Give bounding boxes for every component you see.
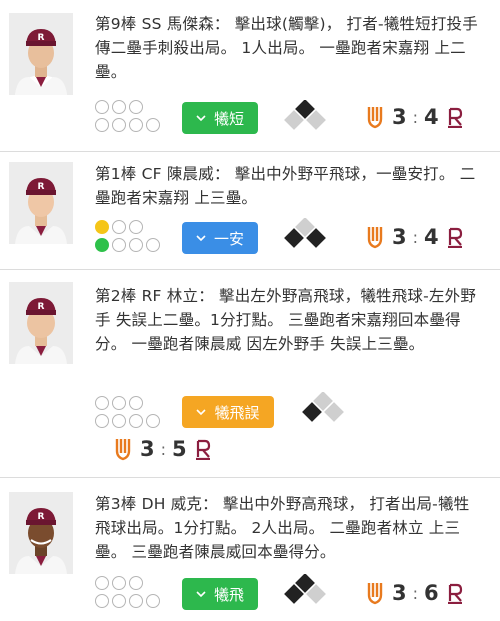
badge-label: 犧飛誤 — [214, 403, 260, 422]
ball-light — [112, 238, 126, 252]
ball-light — [146, 414, 160, 428]
ball-light — [129, 594, 143, 608]
ball-light — [95, 594, 109, 608]
chevron-down-icon — [196, 235, 206, 242]
out-light — [95, 220, 109, 234]
home-score: 4 — [424, 105, 439, 129]
count-indicator — [95, 100, 165, 136]
player-avatar: R — [9, 13, 73, 95]
play-result-badge[interactable]: 犧飛誤 — [182, 396, 274, 428]
home-team-logo — [447, 107, 462, 128]
away-score: 3 — [392, 581, 407, 605]
out-light — [95, 576, 109, 590]
chevron-down-icon — [196, 115, 206, 122]
scoreboard: 3 : 4 — [366, 102, 463, 132]
out-light — [129, 220, 143, 234]
svg-text:R: R — [38, 33, 45, 43]
home-team-logo — [447, 227, 462, 248]
ball-light — [129, 118, 143, 132]
base-diamond-icon — [284, 100, 326, 130]
ball-light — [112, 594, 126, 608]
count-indicator — [95, 576, 165, 612]
play-description: 第1棒 CF 陳晨威： 擊出中外野平飛球，一壘安打。 二壘跑者宋嘉翔 上三壘。 — [95, 165, 476, 207]
scoreboard: 3 : 5 — [114, 434, 211, 464]
out-light — [95, 100, 109, 114]
player-avatar: R — [9, 162, 73, 244]
out-light — [112, 100, 126, 114]
play-description: 第3棒 DH 威克： 擊出中外野高飛球， 打者出局-犧牲飛球出局。1分打點。 2… — [95, 495, 470, 561]
svg-text:R: R — [38, 512, 45, 522]
ball-light — [129, 414, 143, 428]
ball-light — [146, 238, 160, 252]
away-score: 3 — [140, 437, 155, 461]
out-light — [112, 220, 126, 234]
out-light — [95, 396, 109, 410]
play-description: 第9棒 SS 馬傑森： 擊出球(觸擊)， 打者-犧牲短打投手 傳二壘手刺殺出局。… — [95, 15, 478, 81]
away-team-logo — [367, 107, 383, 129]
svg-text:R: R — [38, 182, 45, 192]
out-light — [112, 396, 126, 410]
home-team-logo — [447, 583, 462, 604]
play-by-play-feed: R 第9棒 SS 馬傑森： 擊出球(觸擊)， 打者-犧牲短打投手 傳二壘手刺殺出… — [0, 0, 500, 621]
ball-light — [95, 118, 109, 132]
count-indicator — [95, 396, 165, 432]
play-result-badge[interactable]: 犧短 — [182, 102, 258, 134]
play-result-badge[interactable]: 一安 — [182, 222, 258, 254]
out-light — [129, 100, 143, 114]
away-team-logo — [367, 227, 383, 249]
base-diamond-icon — [302, 392, 344, 422]
badge-label: 一安 — [213, 229, 244, 248]
scoreboard: 3 : 6 — [366, 578, 463, 608]
scoreboard: 3 : 4 — [366, 222, 463, 252]
player-avatar: R — [9, 282, 73, 364]
play-result-badge[interactable]: 犧飛 — [182, 578, 258, 610]
home-team-logo — [195, 439, 210, 460]
play-description: 第2棒 RF 林立： 擊出左外野高飛球，犧牲飛球-左外野手 失誤上二壘。1分打點… — [95, 287, 477, 353]
play-item: R 第2棒 RF 林立： 擊出左外野高飛球，犧牲飛球-左外野手 失誤上二壘。1分… — [0, 270, 500, 478]
ball-light — [95, 414, 109, 428]
svg-text:R: R — [38, 302, 45, 312]
base-diamond-icon — [284, 218, 326, 248]
home-score: 6 — [424, 581, 439, 605]
out-light — [129, 576, 143, 590]
ball-light — [112, 414, 126, 428]
ball-light — [95, 238, 109, 252]
play-item: R 第3棒 DH 威克： 擊出中外野高飛球， 打者出局-犧牲飛球出局。1分打點。… — [0, 478, 500, 621]
play-item: R 第9棒 SS 馬傑森： 擊出球(觸擊)， 打者-犧牲短打投手 傳二壘手刺殺出… — [0, 0, 500, 152]
away-score: 3 — [392, 105, 407, 129]
home-score: 4 — [424, 225, 439, 249]
away-team-logo — [367, 583, 383, 605]
ball-light — [129, 238, 143, 252]
home-score: 5 — [172, 437, 187, 461]
away-team-logo — [115, 439, 131, 461]
count-indicator — [95, 220, 165, 256]
player-avatar: R — [9, 492, 73, 574]
play-item: R 第1棒 CF 陳晨威： 擊出中外野平飛球，一壘安打。 二壘跑者宋嘉翔 上三壘… — [0, 152, 500, 270]
away-score: 3 — [392, 225, 407, 249]
ball-light — [112, 118, 126, 132]
badge-label: 犧飛 — [213, 585, 244, 604]
chevron-down-icon — [196, 591, 206, 598]
ball-light — [146, 594, 160, 608]
base-diamond-icon — [284, 574, 326, 604]
chevron-down-icon — [196, 409, 207, 416]
ball-light — [146, 118, 160, 132]
out-light — [112, 576, 126, 590]
badge-label: 犧短 — [213, 109, 244, 128]
out-light — [129, 396, 143, 410]
